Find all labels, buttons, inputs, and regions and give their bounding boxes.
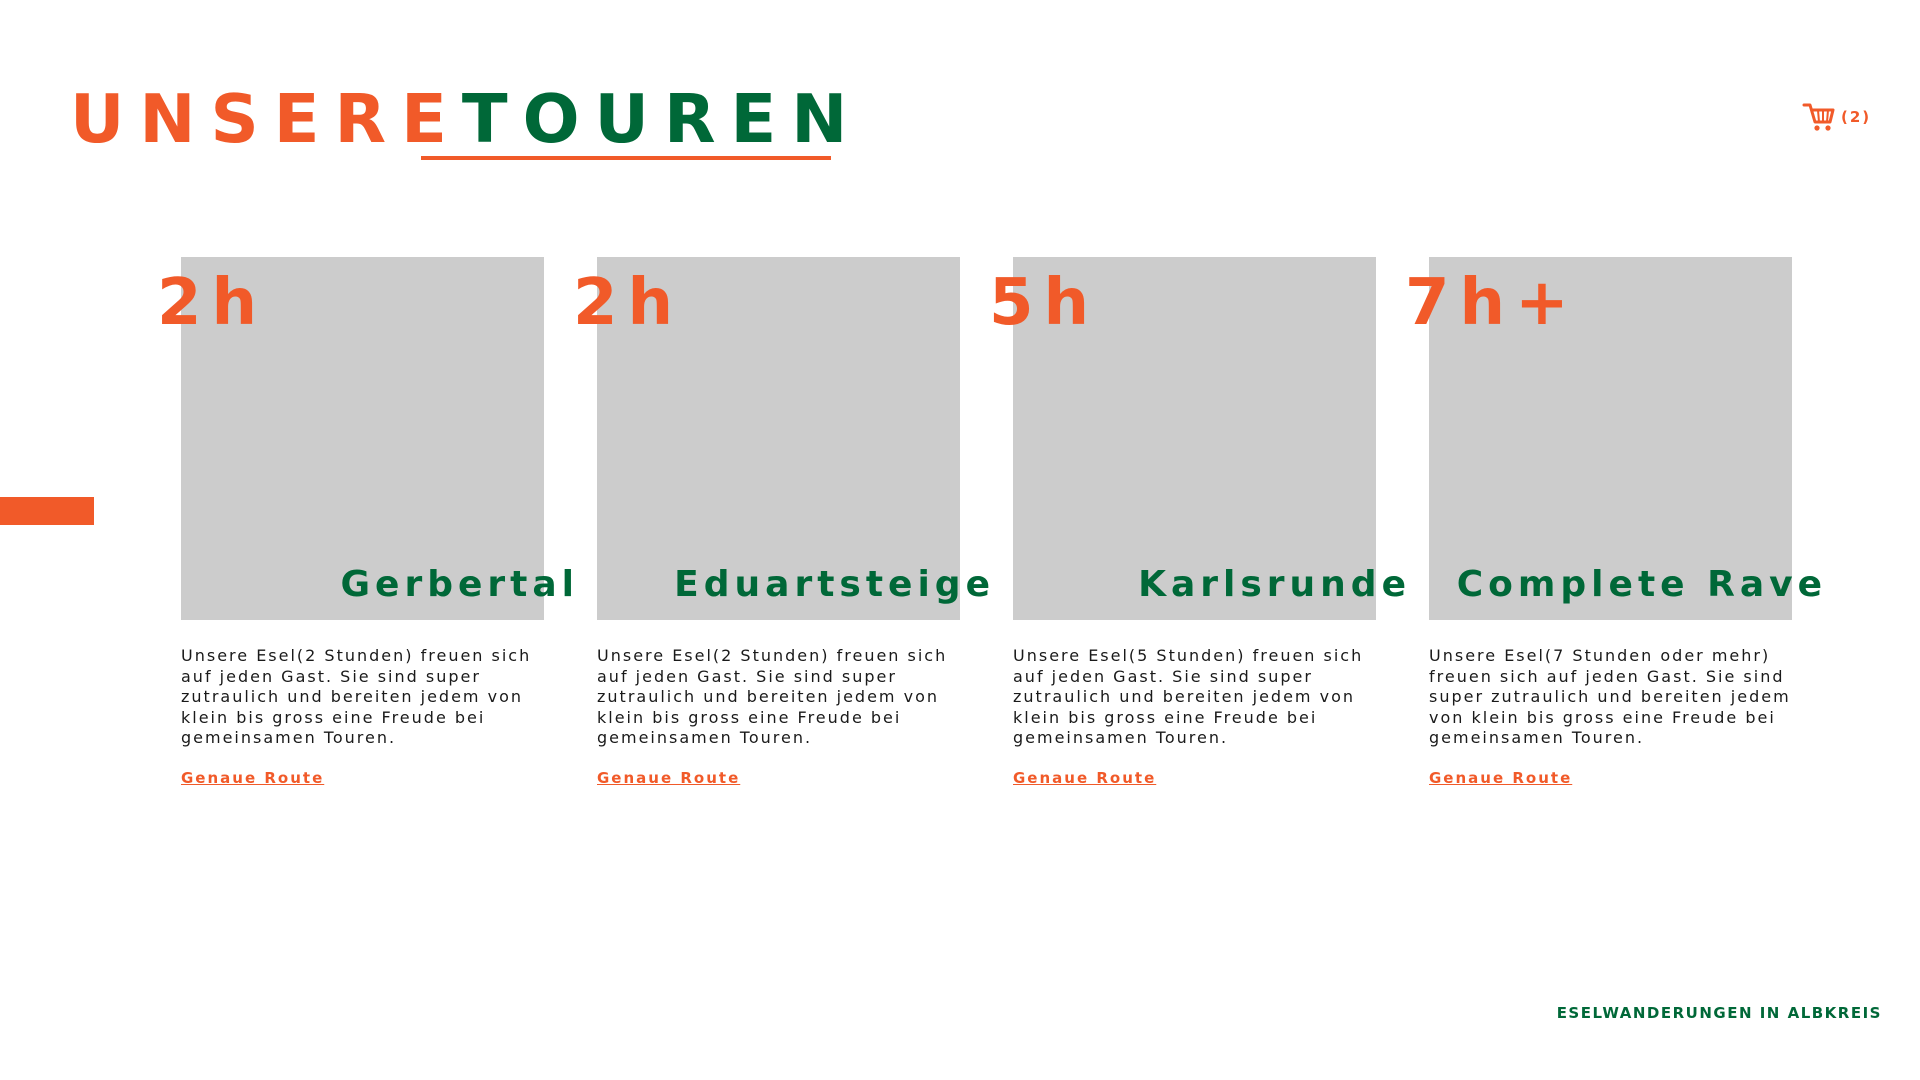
route-link[interactable]: Genaue Route — [597, 769, 740, 787]
cart-count: (2) — [1841, 108, 1872, 126]
shopping-cart-icon — [1802, 103, 1835, 131]
tour-name: Gerbertal — [340, 564, 579, 605]
route-link[interactable]: Genaue Route — [181, 769, 324, 787]
page-title-part1: UNSERE — [70, 80, 462, 158]
tour-duration: 2h — [573, 266, 684, 340]
decorative-side-bar — [0, 497, 94, 525]
cart-button[interactable]: (2) — [1802, 102, 1871, 132]
tour-duration: 5h — [989, 266, 1100, 340]
footer-tagline: ESELWANDERUNGEN IN ALBKREIS — [1556, 1004, 1882, 1022]
route-link[interactable]: Genaue Route — [1013, 769, 1156, 787]
tour-description: Unsere Esel(2 Stunden) freuen sich auf j… — [181, 646, 532, 747]
page-title: UNSERETOUREN — [70, 76, 862, 162]
tour-description: Unsere Esel(2 Stunden) freuen sich auf j… — [597, 646, 948, 747]
tour-name: Karlsrunde — [1138, 564, 1411, 605]
title-underline — [421, 156, 831, 160]
tour-description: Unsere Esel(7 Stunden oder mehr) freuen … — [1429, 646, 1791, 747]
tour-name: Eduartsteige — [674, 564, 995, 605]
tour-duration: 2h — [157, 266, 268, 340]
tour-duration: 7h+ — [1405, 266, 1579, 340]
route-link[interactable]: Genaue Route — [1429, 769, 1572, 787]
tour-description: Unsere Esel(5 Stunden) freuen sich auf j… — [1013, 646, 1364, 747]
tour-name: Complete Rave — [1456, 564, 1827, 605]
page-title-part2: TOUREN — [461, 80, 863, 158]
